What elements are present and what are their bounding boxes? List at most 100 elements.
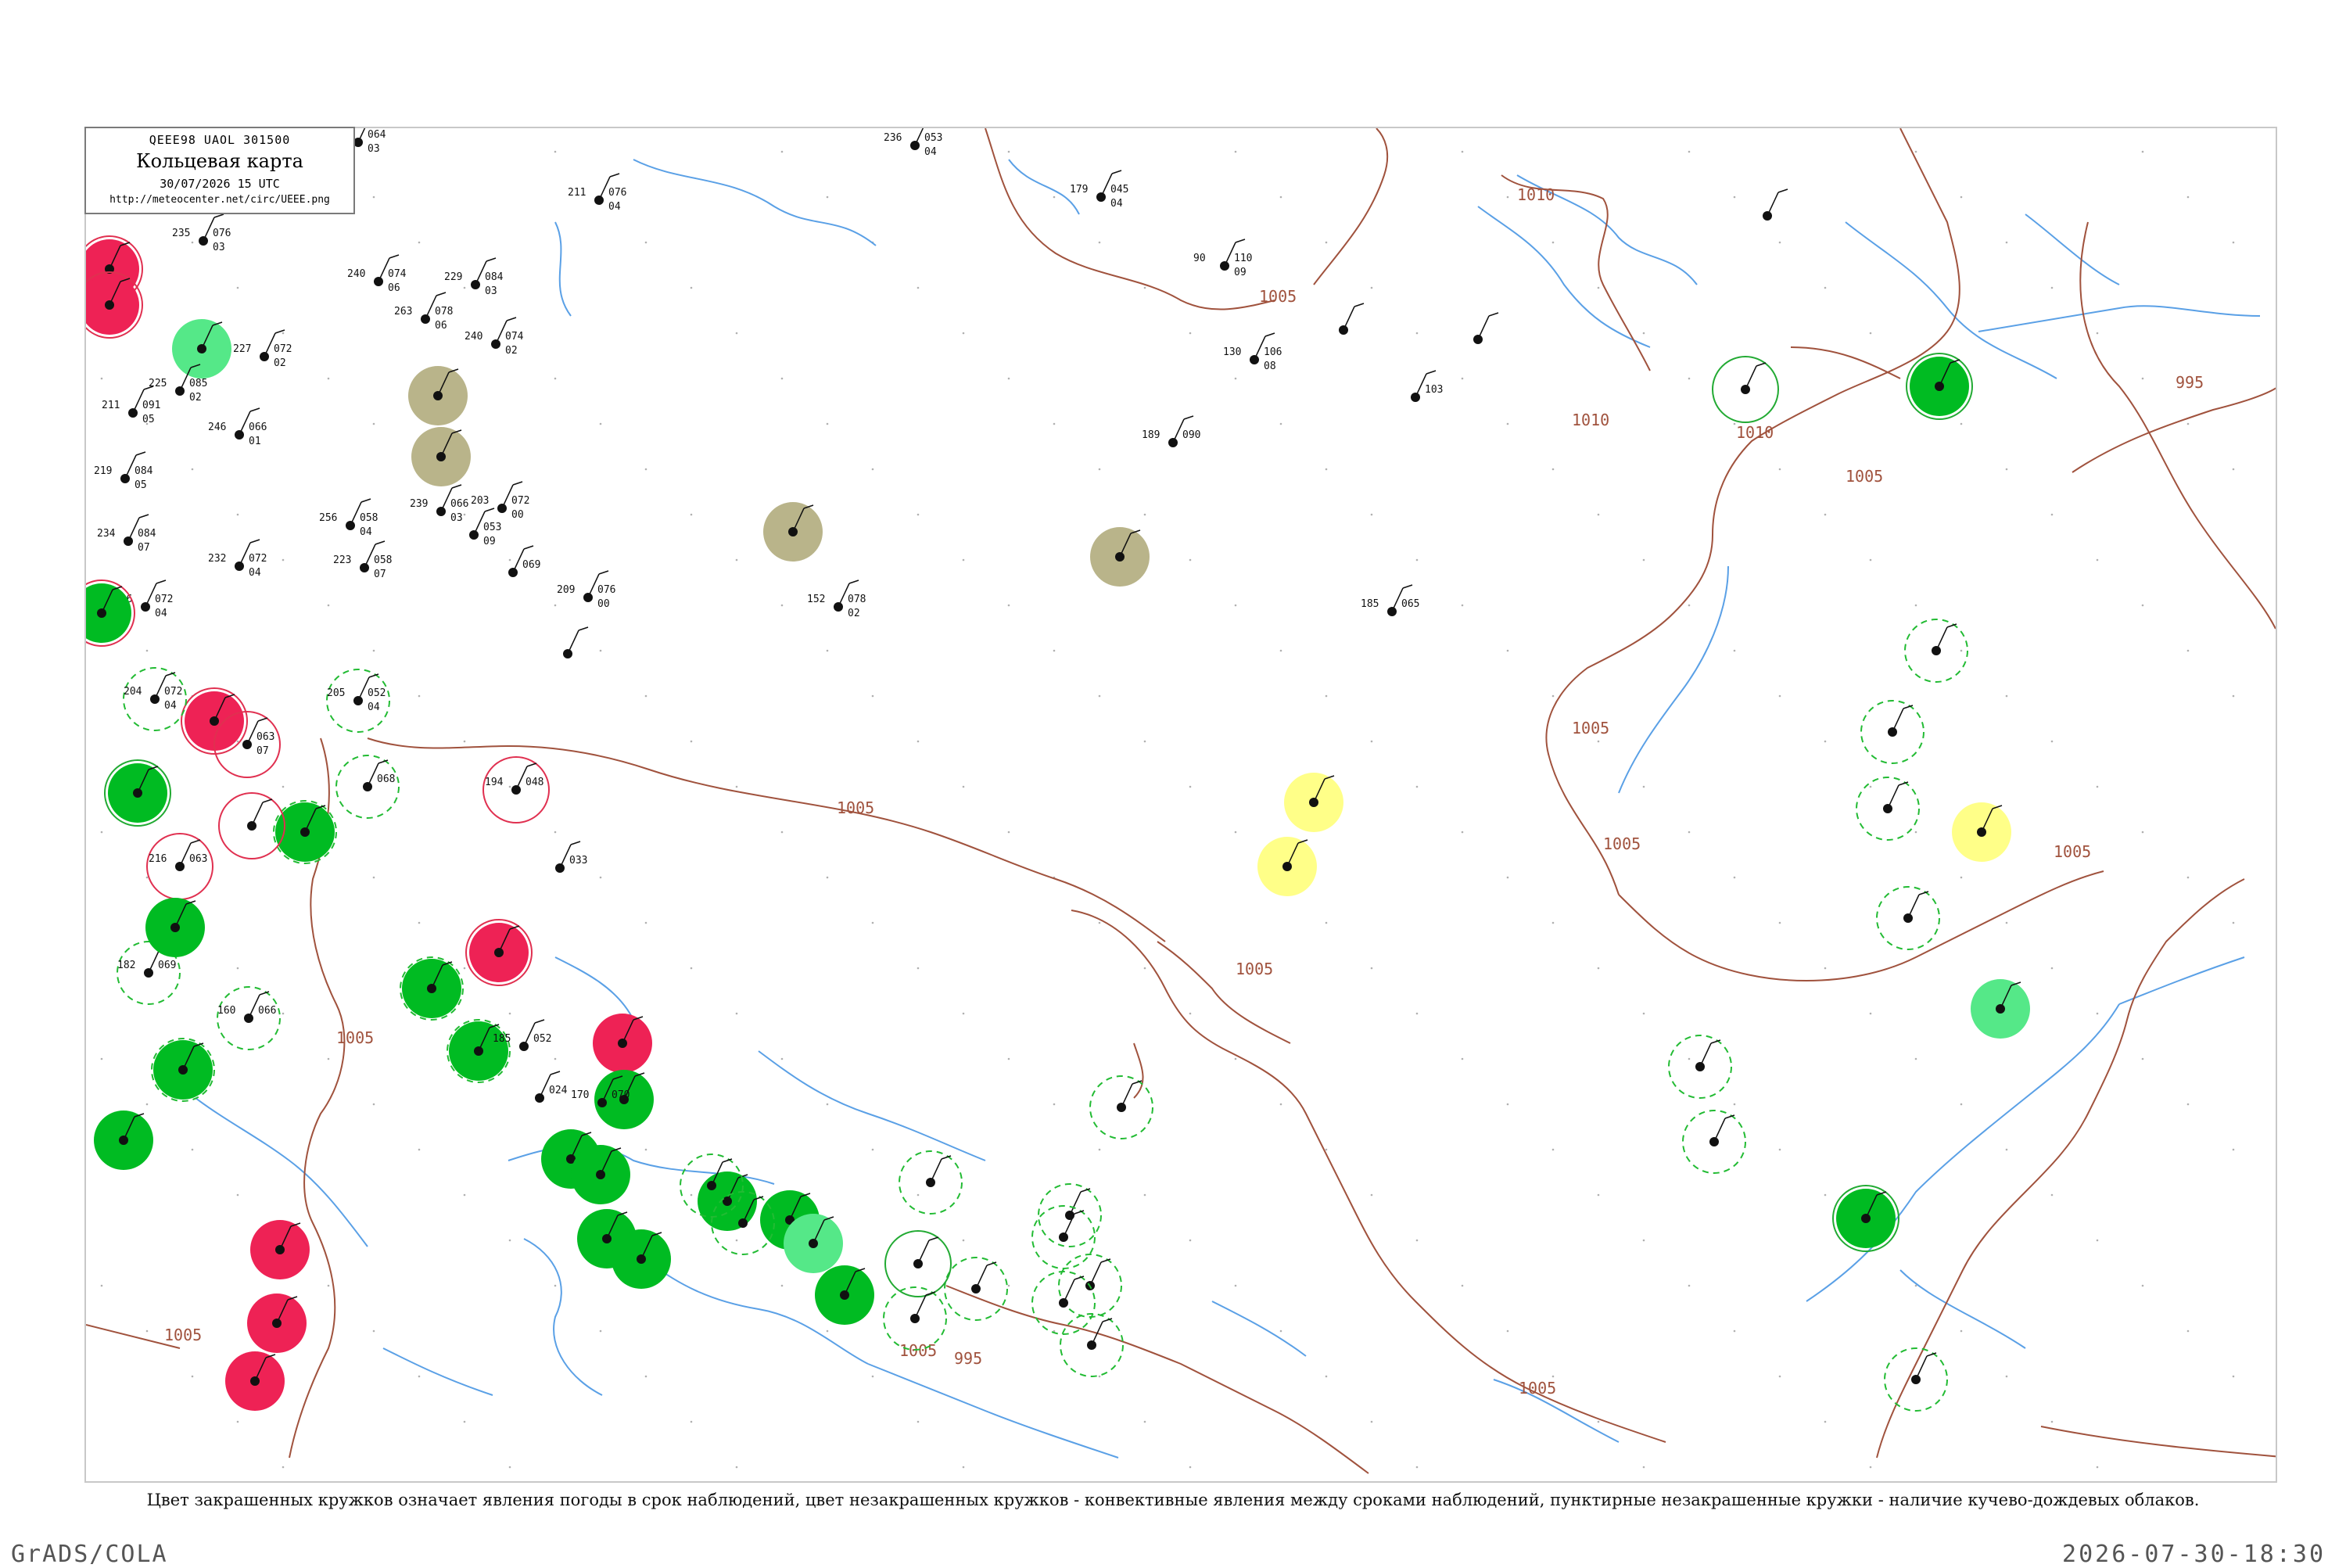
station-marker[interactable] bbox=[1906, 353, 1973, 420]
tendency-label: 04 bbox=[368, 701, 380, 713]
station-marker[interactable]: 063 216 bbox=[146, 833, 213, 900]
station-marker[interactable] bbox=[1038, 1183, 1102, 1247]
station-marker[interactable] bbox=[1763, 188, 1788, 221]
station-marker[interactable]: 024 bbox=[535, 1071, 568, 1103]
station-marker[interactable]: 084 03 229 bbox=[444, 257, 504, 297]
station-marker[interactable] bbox=[571, 1145, 630, 1204]
station-marker[interactable]: 065 185 bbox=[1361, 584, 1419, 616]
grid-dot bbox=[1370, 286, 1373, 289]
station-marker[interactable] bbox=[1884, 1347, 1948, 1412]
station-marker[interactable]: 076 04 211 bbox=[568, 173, 626, 213]
station-marker[interactable]: 053 04 236 bbox=[884, 128, 942, 158]
station-marker[interactable]: 106 08 130 bbox=[1223, 332, 1282, 372]
station-marker[interactable] bbox=[698, 1172, 757, 1231]
grid-dot bbox=[1869, 785, 1872, 788]
grid-dot bbox=[191, 1375, 194, 1378]
grid-dot bbox=[917, 1193, 920, 1197]
station-marker[interactable] bbox=[1089, 1075, 1153, 1139]
station-marker[interactable] bbox=[86, 579, 135, 647]
station-marker[interactable]: 06403 bbox=[353, 128, 386, 155]
station-marker[interactable]: 090 189 bbox=[1142, 415, 1200, 447]
station-marker[interactable]: 072 04 232 bbox=[208, 539, 267, 579]
station-marker[interactable]: 052 04 205 bbox=[326, 669, 390, 733]
station-marker[interactable] bbox=[145, 898, 205, 957]
station-marker[interactable]: 072 04 204 bbox=[123, 667, 187, 731]
station-marker[interactable]: 103 bbox=[1411, 370, 1443, 402]
station-marker[interactable] bbox=[815, 1265, 874, 1325]
station-marker[interactable]: 074 06 240 bbox=[347, 254, 407, 294]
station-marker[interactable]: 058 04 256 bbox=[319, 498, 378, 538]
station-marker[interactable]: 066 03 239 bbox=[410, 484, 468, 524]
station-marker[interactable] bbox=[1284, 773, 1343, 832]
station-marker[interactable]: 078 02 152 bbox=[807, 579, 866, 619]
station-marker[interactable] bbox=[1712, 356, 1779, 423]
station-marker[interactable]: 084 07 234 bbox=[97, 514, 156, 554]
station-marker[interactable] bbox=[884, 1230, 952, 1297]
station-marker[interactable] bbox=[273, 800, 337, 864]
station-marker[interactable]: 074 02 240 bbox=[465, 317, 524, 357]
station-marker[interactable]: 033 bbox=[555, 841, 587, 873]
station-marker[interactable] bbox=[784, 1214, 843, 1273]
wind-barb bbox=[930, 1158, 942, 1183]
station-marker[interactable]: 05309 bbox=[469, 508, 501, 547]
station-marker[interactable] bbox=[172, 319, 231, 379]
station-marker[interactable]: 058 07 223 bbox=[333, 540, 392, 580]
station-marker[interactable]: 078 06 263 bbox=[394, 292, 453, 332]
station-marker[interactable] bbox=[250, 1220, 310, 1279]
station-marker[interactable] bbox=[1904, 619, 1968, 683]
station-marker[interactable] bbox=[447, 1019, 511, 1083]
grid-dot bbox=[917, 513, 920, 516]
station-marker[interactable]: 084 05 219 bbox=[94, 451, 153, 491]
station-marker[interactable] bbox=[563, 626, 589, 658]
station-marker[interactable] bbox=[247, 1294, 307, 1353]
station-marker[interactable]: 045 04 179 bbox=[1070, 170, 1128, 210]
station-marker[interactable] bbox=[465, 919, 533, 986]
grid-dot bbox=[1370, 1193, 1373, 1197]
station-marker[interactable] bbox=[612, 1229, 671, 1289]
station-marker[interactable] bbox=[1257, 837, 1317, 896]
station-marker[interactable]: 110 09 90 bbox=[1193, 239, 1252, 278]
station-marker[interactable] bbox=[1060, 1313, 1124, 1377]
station-marker[interactable] bbox=[94, 1111, 153, 1170]
grid-dot bbox=[2232, 241, 2235, 244]
station-marker[interactable]: 066 160 bbox=[217, 986, 281, 1050]
temperature-label: 160 bbox=[217, 1005, 235, 1017]
pressure-label: 078 bbox=[435, 306, 453, 318]
source-url[interactable]: http://meteocenter.net/circ/UEEE.png bbox=[86, 194, 353, 206]
station-marker[interactable] bbox=[763, 502, 823, 562]
station-marker[interactable] bbox=[593, 1014, 652, 1073]
station-marker[interactable] bbox=[1876, 886, 1940, 950]
station-marker[interactable] bbox=[411, 427, 471, 486]
station-marker[interactable] bbox=[1682, 1110, 1746, 1174]
station-marker[interactable]: 076 00 209 bbox=[557, 570, 615, 610]
river bbox=[554, 221, 572, 317]
station-marker[interactable]: 091 05 211 bbox=[102, 386, 160, 425]
station-marker[interactable]: 072 02 227 bbox=[233, 329, 292, 369]
station-marker[interactable] bbox=[899, 1150, 963, 1215]
station-marker[interactable] bbox=[1860, 700, 1925, 764]
station-marker[interactable]: 069 bbox=[508, 545, 540, 577]
station-marker[interactable] bbox=[1971, 979, 2030, 1039]
station-marker[interactable] bbox=[400, 956, 464, 1021]
station-marker[interactable] bbox=[1856, 777, 1920, 841]
station-marker[interactable] bbox=[151, 1038, 215, 1102]
station-marker[interactable] bbox=[104, 759, 171, 827]
station-marker[interactable] bbox=[1952, 802, 2011, 862]
station-marker[interactable] bbox=[408, 366, 468, 425]
station-marker[interactable]: 072 00 203 bbox=[471, 481, 529, 521]
station-marker[interactable]: 068 bbox=[335, 755, 400, 819]
station-marker[interactable] bbox=[1473, 312, 1499, 344]
station-marker[interactable] bbox=[1031, 1205, 1096, 1269]
station-marker[interactable] bbox=[225, 1351, 285, 1411]
grid-dot bbox=[1143, 967, 1146, 970]
station-marker[interactable] bbox=[1832, 1185, 1899, 1252]
station-marker[interactable] bbox=[1668, 1035, 1732, 1099]
station-marker[interactable]: 076 03 235 bbox=[172, 213, 231, 253]
station-marker[interactable]: 066 01 246 bbox=[208, 407, 267, 447]
station-marker[interactable] bbox=[1339, 303, 1365, 335]
grid-dot bbox=[780, 377, 784, 380]
synoptic-map[interactable]: 1010 1005 1010 1010 995 1005 1005 1005 1005 1005 1… bbox=[84, 127, 2277, 1483]
station-marker[interactable] bbox=[86, 271, 143, 339]
station-marker[interactable]: 048 194 bbox=[482, 756, 550, 823]
station-marker[interactable] bbox=[1090, 527, 1150, 587]
